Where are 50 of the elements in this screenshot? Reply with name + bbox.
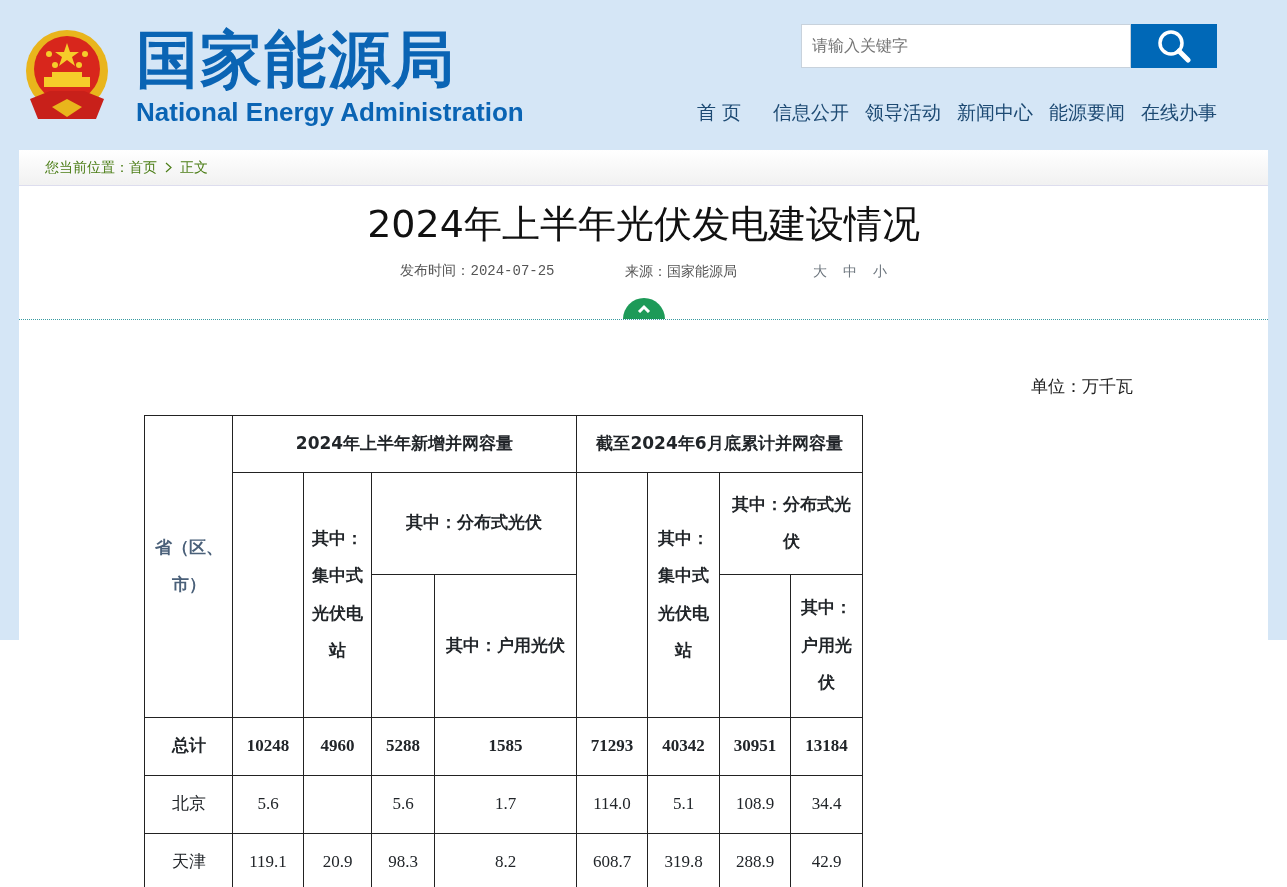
font-size-link[interactable]: 小	[872, 261, 887, 282]
table-cell: 30951	[719, 717, 791, 775]
table-cell: 天津	[144, 833, 233, 887]
table-cell: 5.1	[647, 775, 720, 833]
breadcrumb-label: 您当前位置：	[45, 158, 129, 177]
publish-date: 发布时间：2024-07-25	[400, 262, 555, 281]
table-cell: 114.0	[576, 775, 648, 833]
table-cell: 5.6	[232, 775, 304, 833]
breadcrumb-link[interactable]: 正文	[180, 157, 208, 178]
table-cell: 71293	[576, 717, 648, 775]
nav-link[interactable]: 信息公开	[773, 97, 849, 126]
nav-link[interactable]: 在线办事	[1141, 97, 1217, 126]
search-icon	[1157, 29, 1191, 63]
column-header: 其中：分布式光伏	[371, 472, 577, 574]
column-header: 截至2024年6月底累计并网容量	[576, 415, 863, 472]
site-logo-title: 国家能源局	[136, 29, 457, 91]
article-source: 来源：国家能源局	[624, 262, 737, 281]
column-header: 其中：分布式光伏	[719, 472, 863, 574]
table-cell: 13184	[790, 717, 863, 775]
search-field[interactable]: 请输入关键字	[801, 24, 1131, 68]
column-header: 其中：集中式光伏电站	[303, 472, 372, 717]
table-cell: 10248	[232, 717, 304, 775]
nav-link[interactable]: 能源要闻	[1049, 97, 1125, 126]
scroll-up-button[interactable]	[622, 298, 665, 319]
column-header: 其中：集中式光伏电站	[647, 472, 720, 717]
column-header: 其中：户用光伏	[790, 574, 863, 717]
table-cell: 5.6	[371, 775, 435, 833]
table-cell: 总计	[144, 717, 233, 775]
table-cell: 40342	[647, 717, 720, 775]
table-cell: 1.7	[434, 775, 577, 833]
breadcrumb-link[interactable]: 首页	[129, 157, 157, 178]
table-cell: 北京	[144, 775, 233, 833]
unit-label: 单位：万千瓦	[1031, 375, 1133, 398]
column-header: 2024年上半年新增并网容量	[232, 415, 577, 472]
table-cell: 1585	[434, 717, 577, 775]
font-size-link[interactable]: 中	[842, 261, 857, 282]
table-cell: 4960	[303, 717, 372, 775]
font-size-link[interactable]: 大	[812, 261, 827, 282]
nav-link[interactable]: 首 页	[696, 97, 741, 126]
chevron-icon	[165, 162, 172, 173]
table-cell: 34.4	[790, 775, 863, 833]
search-button[interactable]	[1131, 24, 1217, 68]
column-header: 省（区、市）	[144, 415, 233, 717]
site-logo-subtitle: National Energy Administration	[136, 99, 524, 125]
article-title: 2024年上半年光伏发电建设情况	[366, 201, 921, 248]
nav-link[interactable]: 新闻中心	[957, 97, 1033, 126]
nav-link[interactable]: 领导活动	[865, 97, 941, 126]
table-cell: 5288	[371, 717, 435, 775]
table-cell: 108.9	[719, 775, 791, 833]
chevron-up-icon	[636, 304, 651, 313]
